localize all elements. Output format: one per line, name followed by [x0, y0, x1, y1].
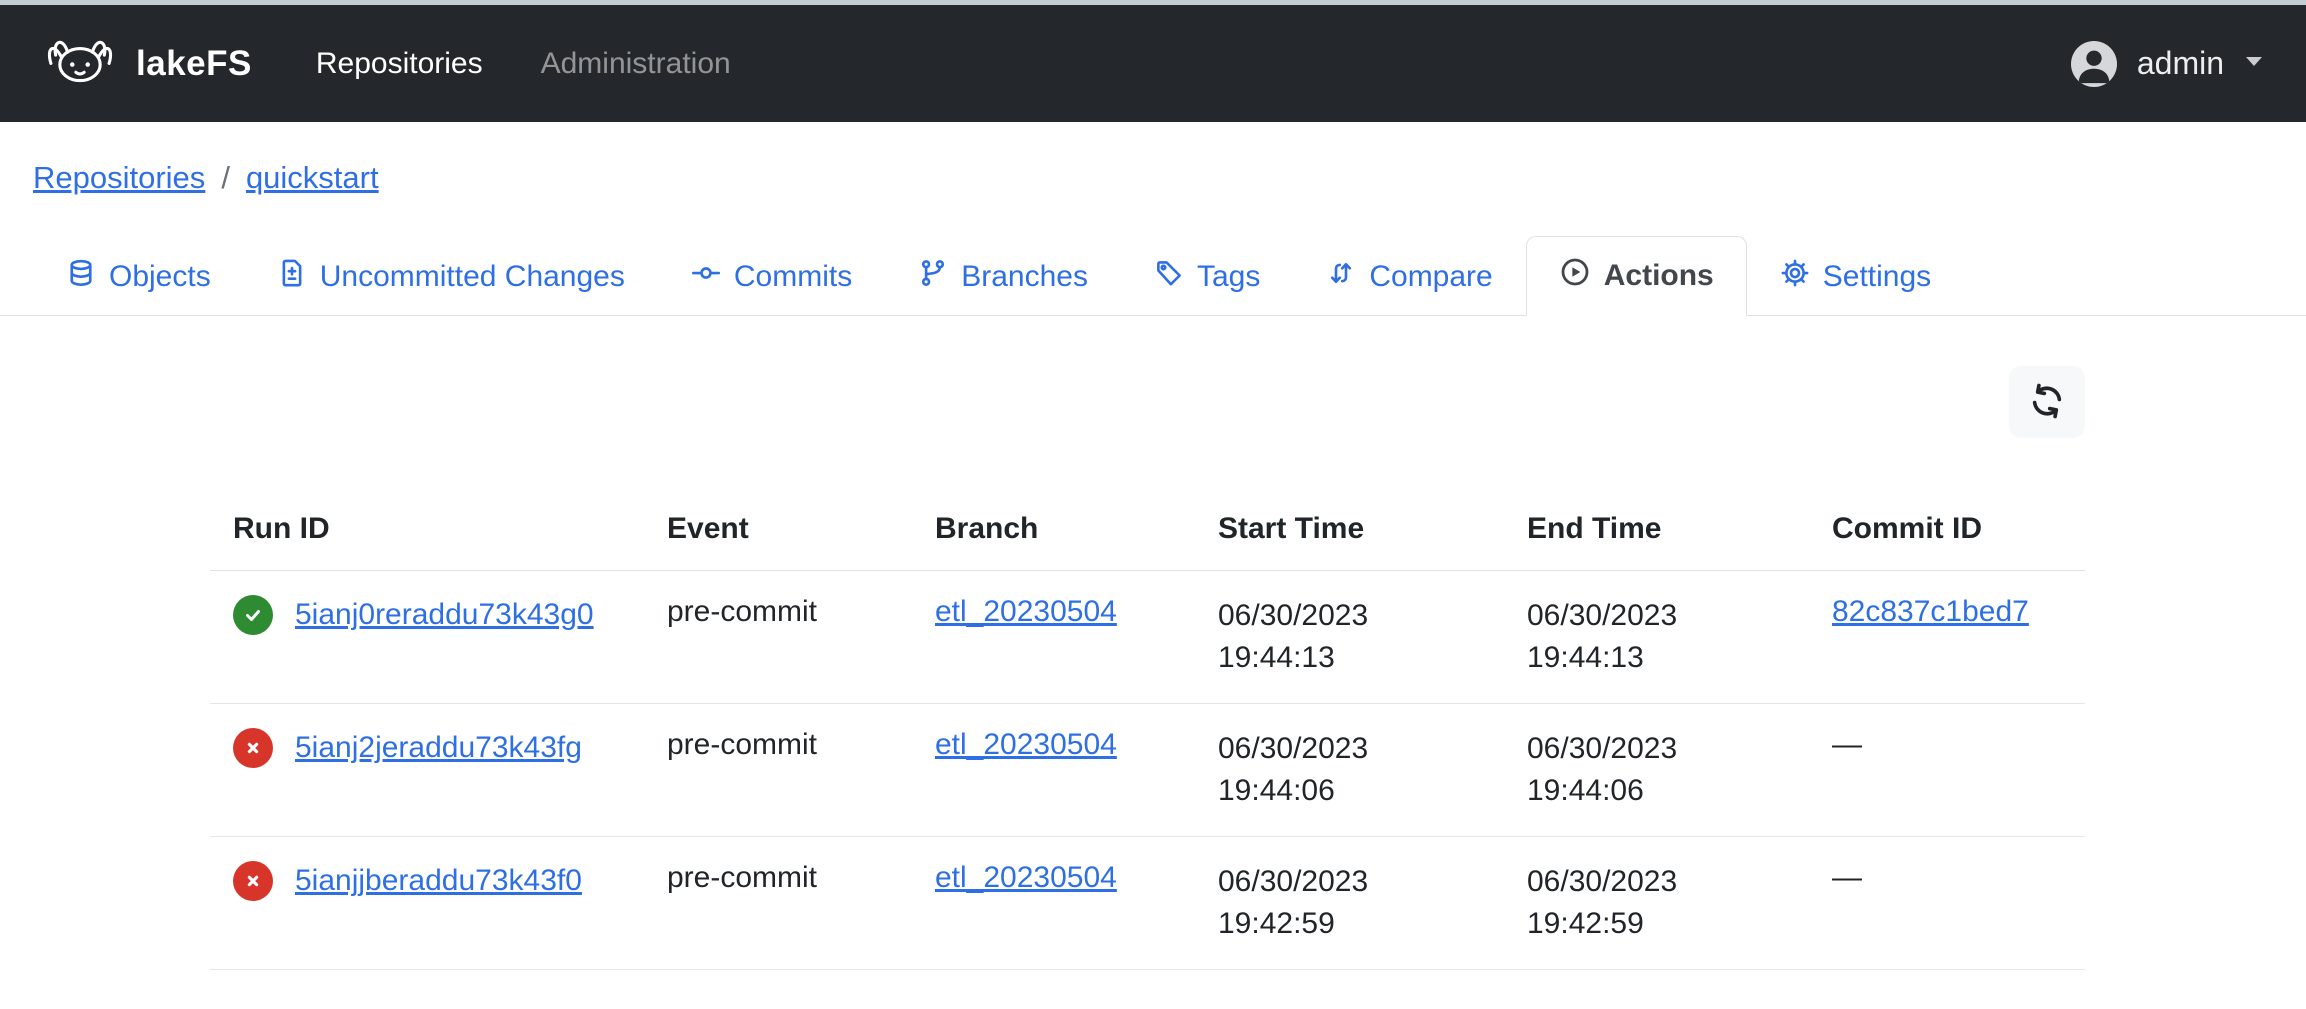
tab-branches[interactable]: Branches: [885, 238, 1121, 316]
branch-icon: [918, 258, 948, 296]
top-navbar: lakeFS Repositories Administration admin: [0, 5, 2306, 122]
database-icon: [66, 258, 96, 296]
col-branch: Branch: [935, 512, 1218, 571]
branch-link[interactable]: etl_20230504: [935, 728, 1117, 761]
play-circle-icon: [1559, 256, 1591, 296]
commit-id-link[interactable]: 82c837c1bed7: [1832, 595, 2029, 628]
breadcrumb: Repositories / quickstart: [33, 160, 2266, 196]
tab-uncommitted-changes[interactable]: Uncommitted Changes: [244, 238, 658, 316]
tab-label: Tags: [1197, 260, 1260, 294]
chevron-down-icon: [2244, 54, 2264, 73]
branch-link[interactable]: etl_20230504: [935, 861, 1117, 894]
col-run-id: Run ID: [210, 512, 667, 571]
tab-label: Compare: [1369, 260, 1492, 294]
commit-icon: [691, 258, 721, 296]
avatar-icon: [2071, 41, 2117, 87]
tab-tags[interactable]: Tags: [1121, 238, 1293, 316]
tab-settings[interactable]: Settings: [1747, 238, 1964, 316]
event-cell: pre-commit: [667, 595, 817, 628]
col-event: Event: [667, 512, 935, 571]
col-end-time: End Time: [1527, 512, 1832, 571]
end-time-cell: 06/30/2023 19:42:59: [1527, 861, 1832, 945]
compare-icon: [1326, 258, 1356, 296]
commit-id-empty: —: [1832, 728, 1862, 761]
tab-label: Settings: [1823, 260, 1931, 294]
brand[interactable]: lakeFS: [42, 32, 252, 95]
breadcrumb-repositories-link[interactable]: Repositories: [33, 160, 205, 196]
start-time-cell: 06/30/2023 19:44:13: [1218, 595, 1527, 679]
repo-tab-bar: Objects Uncommitted Changes Commits: [0, 236, 2306, 316]
refresh-runs-button[interactable]: [2009, 366, 2085, 438]
commit-id-empty: —: [1832, 861, 1862, 894]
gear-icon: [1780, 258, 1810, 296]
col-start-time: Start Time: [1218, 512, 1527, 571]
tab-objects[interactable]: Objects: [33, 238, 244, 316]
breadcrumb-separator: /: [221, 160, 230, 196]
tab-label: Actions: [1604, 259, 1714, 293]
refresh-icon: [2028, 382, 2066, 423]
run-id-link[interactable]: 5ianj0reraddu73k43g0: [295, 598, 594, 632]
tag-icon: [1154, 258, 1184, 296]
tab-compare[interactable]: Compare: [1293, 238, 1525, 316]
nav-repositories[interactable]: Repositories: [316, 47, 483, 81]
table-row: 5ianjjberaddu73k43f0 pre-commit etl_2023…: [210, 837, 2085, 970]
brand-name: lakeFS: [136, 44, 252, 84]
table-header-row: Run ID Event Branch Start Time End Time …: [210, 512, 2085, 571]
start-time-cell: 06/30/2023 19:42:59: [1218, 861, 1527, 945]
tab-label: Commits: [734, 260, 852, 294]
lakefs-axolotl-logo-icon: [42, 32, 118, 95]
col-commit-id: Commit ID: [1832, 512, 2085, 571]
actions-tab-panel: Run ID Event Branch Start Time End Time …: [210, 366, 2085, 970]
file-diff-icon: [277, 258, 307, 296]
user-menu[interactable]: admin: [2071, 41, 2264, 87]
nav-administration[interactable]: Administration: [541, 47, 731, 81]
tab-label: Objects: [109, 260, 211, 294]
run-id-link[interactable]: 5ianjjberaddu73k43f0: [295, 864, 582, 898]
event-cell: pre-commit: [667, 861, 817, 894]
event-cell: pre-commit: [667, 728, 817, 761]
run-id-link[interactable]: 5ianj2jeraddu73k43fg: [295, 731, 582, 765]
tab-actions[interactable]: Actions: [1526, 236, 1747, 316]
tab-label: Uncommitted Changes: [320, 260, 625, 294]
table-row: 5ianj2jeraddu73k43fg pre-commit etl_2023…: [210, 704, 2085, 837]
end-time-cell: 06/30/2023 19:44:13: [1527, 595, 1832, 679]
start-time-cell: 06/30/2023 19:44:06: [1218, 728, 1527, 812]
end-time-cell: 06/30/2023 19:44:06: [1527, 728, 1832, 812]
tab-commits[interactable]: Commits: [658, 238, 885, 316]
action-runs-table: Run ID Event Branch Start Time End Time …: [210, 512, 2085, 970]
table-row: 5ianj0reraddu73k43g0 pre-commit etl_2023…: [210, 571, 2085, 704]
error-status-icon: [233, 861, 273, 901]
user-name: admin: [2137, 45, 2224, 82]
tab-label: Branches: [961, 260, 1088, 294]
breadcrumb-repo-link[interactable]: quickstart: [246, 160, 379, 196]
success-status-icon: [233, 595, 273, 635]
error-status-icon: [233, 728, 273, 768]
branch-link[interactable]: etl_20230504: [935, 595, 1117, 628]
main-nav: Repositories Administration: [316, 47, 731, 81]
